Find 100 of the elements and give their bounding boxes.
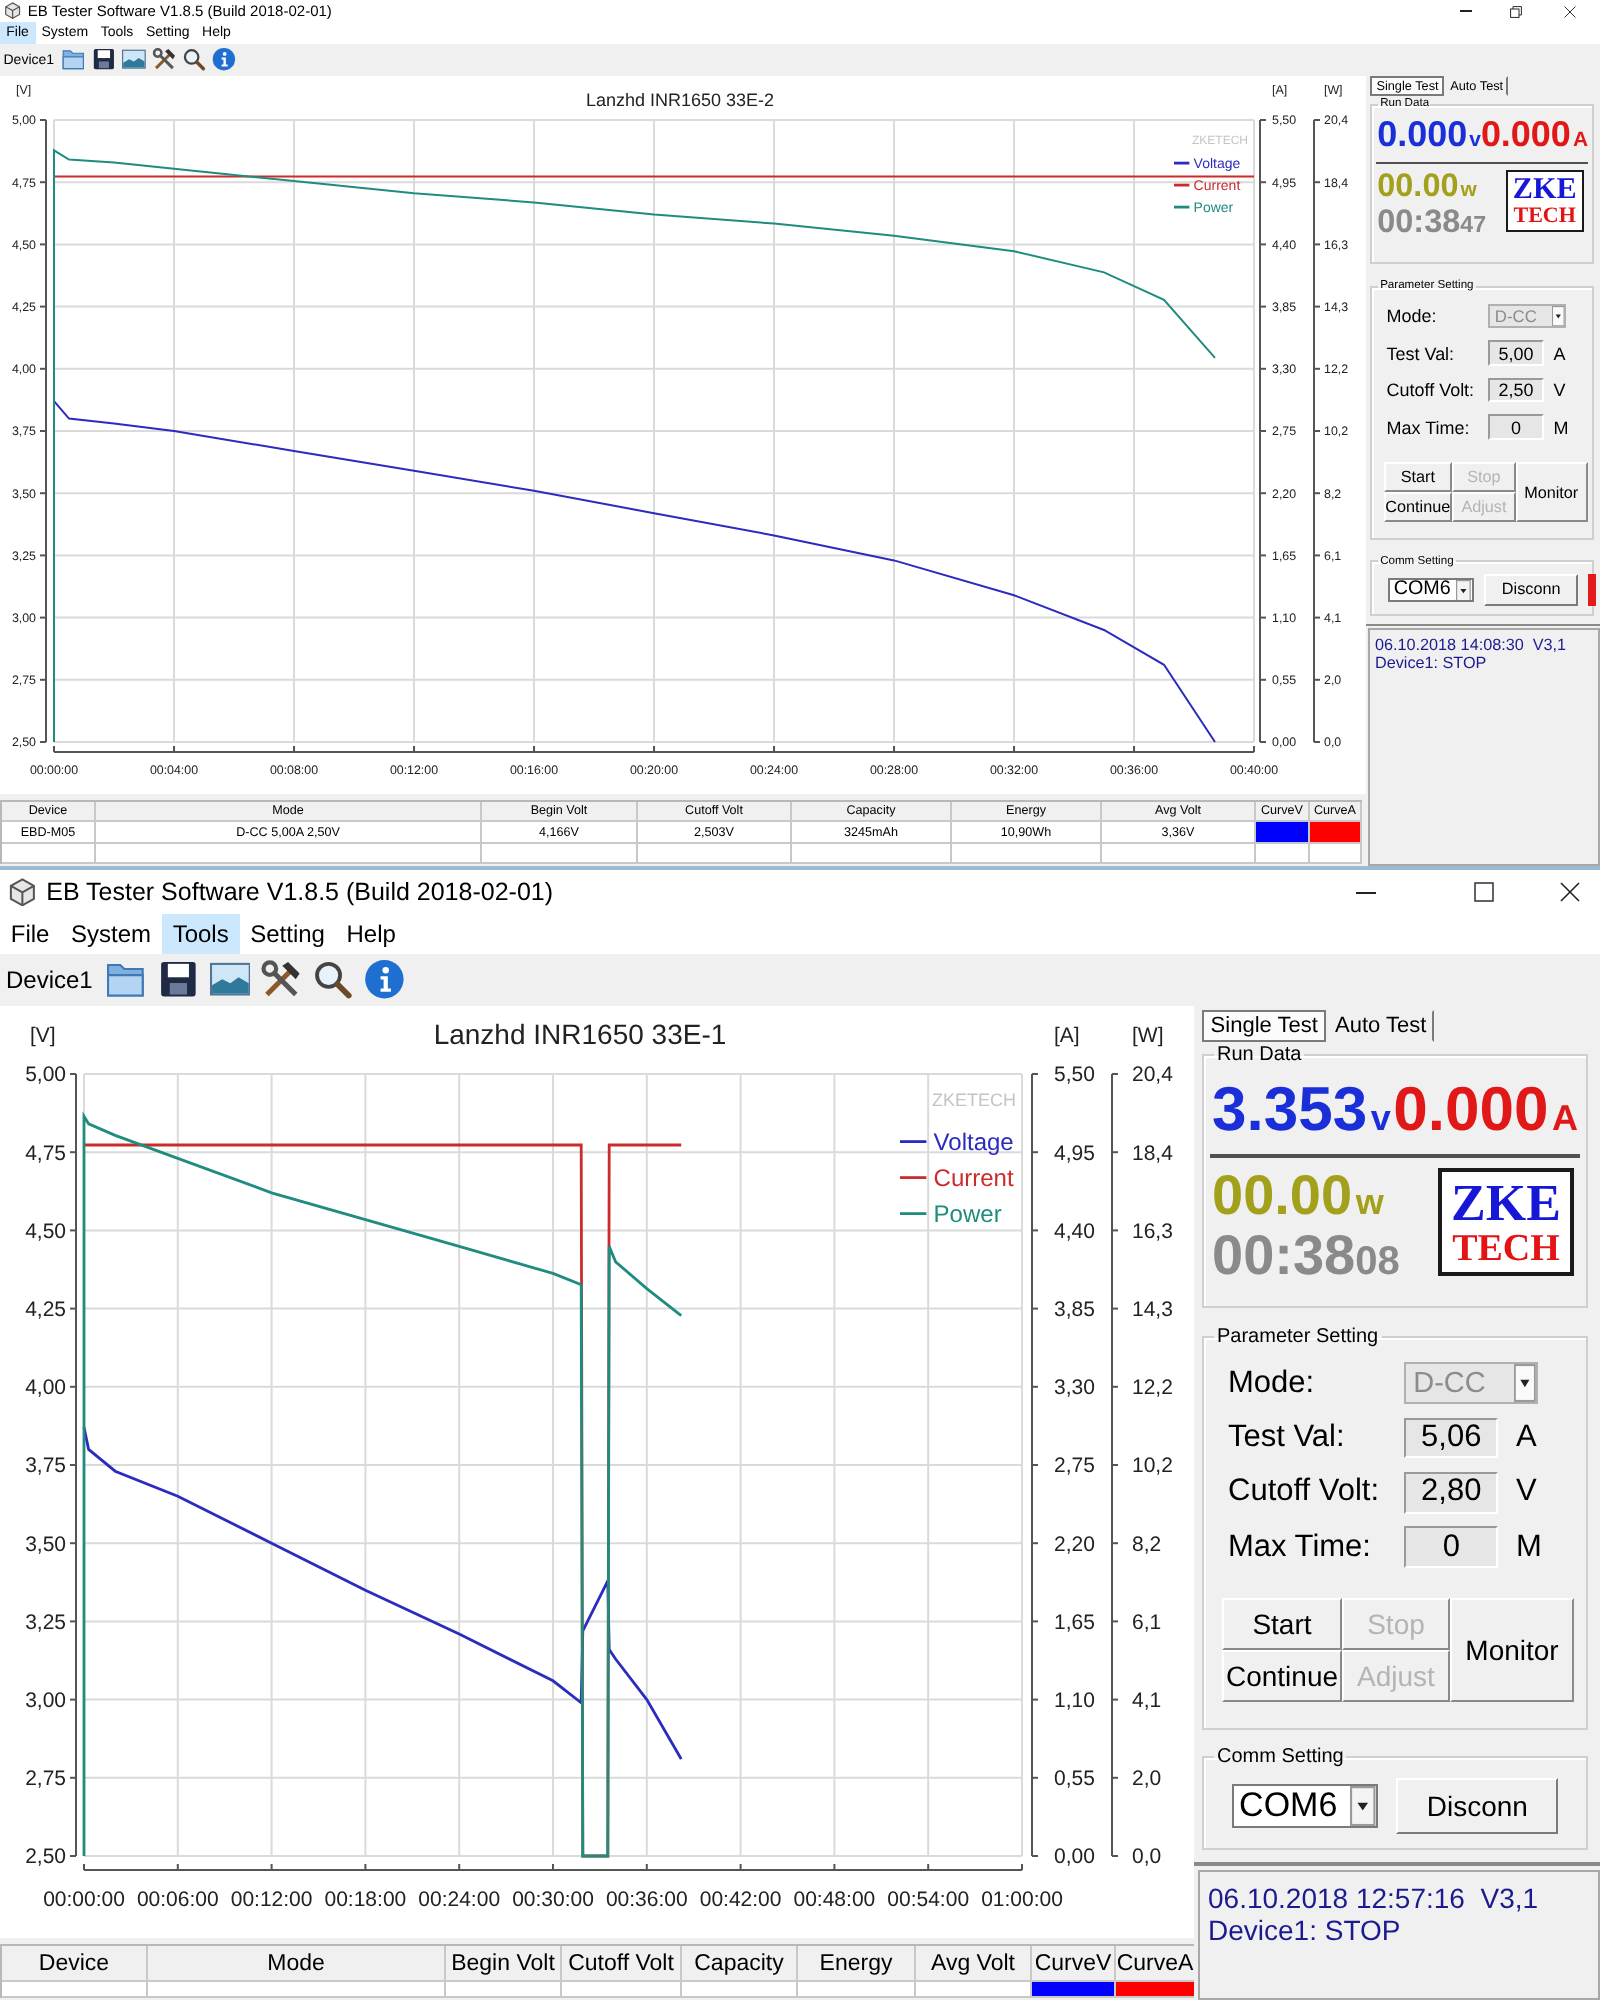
- field-label: Max Time:: [1228, 1529, 1373, 1566]
- axis-tick-label: 4,50: [25, 1219, 66, 1244]
- unit-label: A: [1572, 132, 1588, 154]
- chart-title: Lanzhd INR1650 33E-2: [585, 90, 775, 110]
- field-label: Mode:: [1386, 305, 1439, 326]
- log-line: 06.10.2018 14:08:30 V3,1: [1374, 635, 1569, 655]
- column-header: Capacity: [682, 1946, 798, 1982]
- axis-tick-label: 16,3: [1132, 1219, 1173, 1244]
- column-header: Device: [2, 1946, 148, 1982]
- column-header: Avg Volt: [916, 1946, 1032, 1982]
- column-header: CurveV: [1032, 1946, 1116, 1982]
- axis-tick-label: 2,75: [1054, 1454, 1095, 1479]
- axis-tick-label: 2,50: [25, 1845, 66, 1870]
- axis-tick-label: 00:06:00: [136, 1888, 219, 1912]
- elapsed-time-readout: 00:38: [1377, 205, 1461, 238]
- logo-text: TECH: [1513, 205, 1576, 228]
- axis-tick-label: 2,75: [25, 1767, 66, 1792]
- axis-unit-label: [V]: [30, 1024, 56, 1048]
- axis-tick-label: 1,10: [1054, 1688, 1095, 1713]
- axis-tick-label: 4,75: [25, 1141, 66, 1166]
- chart-title: Lanzhd INR1650 33E-1: [433, 1018, 727, 1050]
- axis-tick-label: 8,2: [1132, 1532, 1162, 1557]
- axis-tick-label: 00:18:00: [324, 1888, 407, 1912]
- group-label: Run Data: [1215, 1044, 1304, 1066]
- device-label: Device1: [6, 966, 93, 994]
- axis-tick-label: 1,65: [1054, 1610, 1095, 1635]
- axis-tick-label: 4,1: [1132, 1688, 1162, 1713]
- axis-tick-label: 6,1: [1132, 1610, 1162, 1635]
- axis-tick-label: 3,30: [1054, 1376, 1095, 1401]
- seconds-readout: 47: [1460, 213, 1487, 237]
- legend-label: Power: [933, 1200, 1002, 1228]
- axis-tick-label: 10,2: [1132, 1454, 1173, 1479]
- axis-tick-label: 4,25: [25, 1297, 66, 1322]
- axis-tick-label: 4,95: [1054, 1141, 1095, 1166]
- current-readout: 0.000: [1393, 1078, 1549, 1140]
- column-header: Begin Volt: [446, 1946, 562, 1982]
- field-label: Test Val:: [1228, 1419, 1347, 1456]
- axis-tick-label: 2,20: [1054, 1532, 1095, 1557]
- group-label: Parameter Setting: [1215, 1326, 1381, 1348]
- unit-label: V: [1516, 1474, 1539, 1511]
- axis-tick-label: 0,0: [1132, 1845, 1162, 1870]
- field-label: Max Time:: [1386, 417, 1472, 438]
- current-readout: 0.000: [1480, 116, 1571, 153]
- field-label: Cutoff Volt:: [1228, 1474, 1382, 1511]
- axis-tick-label: 00:36:00: [605, 1888, 688, 1912]
- field-label: Mode:: [1228, 1365, 1317, 1401]
- unit-label: A: [1516, 1419, 1539, 1456]
- log-line: 06.10.2018 12:57:16 V3,1: [1208, 1882, 1541, 1915]
- unit-label: A: [1553, 343, 1568, 364]
- axis-tick-label: 3,25: [25, 1610, 66, 1635]
- unit-label: M: [1553, 417, 1571, 438]
- axis-tick-label: 3,75: [25, 1454, 66, 1479]
- column-header: CurveA: [1116, 1946, 1196, 1982]
- axis-tick-label: 2,0: [1132, 1767, 1162, 1792]
- group-label: Comm Setting: [1215, 1746, 1346, 1769]
- axis-tick-label: 12,2: [1132, 1376, 1173, 1401]
- voltage-readout: 3.353: [1212, 1078, 1368, 1140]
- logo-text: TECH: [1452, 1229, 1560, 1267]
- axis-tick-label: 0,00: [1054, 1845, 1095, 1870]
- legend-label: Voltage: [933, 1128, 1014, 1156]
- axis-tick-label: 00:48:00: [793, 1888, 876, 1912]
- brand-label: ZKETECH: [931, 1090, 1016, 1110]
- logo-text: ZKE: [1512, 175, 1577, 206]
- axis-tick-label: 3,85: [1054, 1297, 1095, 1322]
- logo-text: ZKE: [1451, 1177, 1561, 1229]
- axis-tick-label: 0,55: [1054, 1767, 1095, 1792]
- column-header: Mode: [148, 1946, 446, 1982]
- axis-unit-label: [A]: [1054, 1024, 1080, 1048]
- axis-tick-label: 00:12:00: [230, 1888, 313, 1912]
- axis-tick-label: 01:00:00: [981, 1888, 1063, 1912]
- column-header: Cutoff Volt: [562, 1946, 682, 1982]
- window-title: EB Tester Software V1.8.5 (Build 2018-02-01): [46, 878, 556, 906]
- axis-tick-label: 14,3: [1132, 1297, 1173, 1322]
- power-readout: 00.00: [1212, 1168, 1353, 1224]
- field-label: Cutoff Volt:: [1386, 380, 1477, 401]
- axis-tick-label: 00:24:00: [418, 1888, 501, 1912]
- unit-label: v: [1370, 1100, 1391, 1136]
- axis-tick-label: 00:54:00: [887, 1888, 970, 1912]
- axis-unit-label: [W]: [1132, 1024, 1164, 1048]
- axis-tick-label: 4,00: [25, 1376, 66, 1401]
- unit-label: V: [1553, 380, 1568, 401]
- log-line: Device1: STOP: [1208, 1914, 1403, 1947]
- unit-label: w: [1460, 182, 1477, 203]
- axis-tick-label: 4,40: [1054, 1219, 1095, 1244]
- axis-tick-label: 3,50: [25, 1532, 66, 1557]
- axis-tick-label: 00:30:00: [512, 1888, 594, 1912]
- log-line: Device1: STOP: [1374, 654, 1489, 673]
- axis-tick-label: 18,4: [1132, 1141, 1173, 1166]
- axis-tick-label: 20,4: [1132, 1063, 1173, 1088]
- voltage-readout: 0.000: [1377, 116, 1468, 153]
- axis-tick-label: 5,50: [1054, 1063, 1095, 1088]
- power-readout: 00.00: [1377, 170, 1459, 203]
- unit-label: A: [1552, 1100, 1578, 1136]
- axis-tick-label: 3,00: [25, 1688, 66, 1713]
- column-header: Energy: [798, 1946, 916, 1982]
- legend-label: Current: [933, 1164, 1014, 1192]
- axis-tick-label: 5,00: [25, 1063, 66, 1088]
- unit-label: v: [1469, 132, 1481, 154]
- elapsed-time-readout: 00:38: [1212, 1228, 1356, 1284]
- axis-tick-label: 00:42:00: [699, 1888, 782, 1912]
